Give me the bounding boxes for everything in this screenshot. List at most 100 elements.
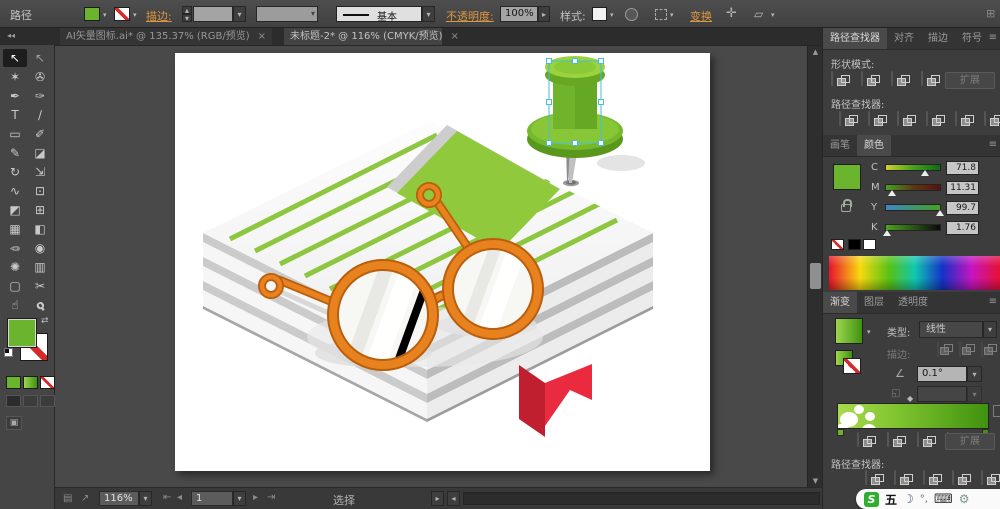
ime-settings-icon[interactable]: ⚙ [959,492,970,506]
stroke-across-button[interactable] [981,342,997,357]
zoom-tool[interactable]: ϙ [25,291,55,320]
panel-menu-icon[interactable]: ≡ [989,296,997,307]
pf-merge-button[interactable] [923,470,942,485]
bookmark-ribbon[interactable] [519,364,592,437]
artboard-nav-icon[interactable]: ▤ [63,493,72,504]
gradient-angle-caret[interactable]: ▾ [967,366,982,382]
gradient-slider-bar[interactable] [837,403,989,429]
direct-selection-tool[interactable]: ↖ [28,49,52,67]
pf-minus-back-button[interactable] [984,111,1000,126]
curvature-tool[interactable]: ✑ [28,87,52,105]
fill-indicator-swatch[interactable] [7,318,37,348]
tab-gradient[interactable]: 渐变 [823,292,857,313]
shape-intersect-button[interactable] [891,71,910,86]
opacity-dropdown[interactable]: ▸ [538,6,550,22]
artwork-canvas[interactable] [175,53,710,471]
shape-exclude-button[interactable] [921,71,940,86]
style-caret-icon[interactable]: ▾ [610,11,614,19]
magenta-slider[interactable] [885,184,941,196]
pen-tool[interactable]: ✒ [3,87,27,105]
draw-behind-button[interactable] [23,395,38,407]
punctuation-icon[interactable]: °, [920,494,928,505]
tab-layers[interactable]: 图层 [857,292,891,313]
stroke-weight-down[interactable]: ▾ [182,14,192,23]
style-swatch[interactable] [592,7,607,21]
select-similar-caret[interactable]: ▾ [670,11,674,19]
tab-brushes[interactable]: 画笔 [823,135,857,156]
artboard-number-field[interactable]: 1 [191,491,233,506]
vertical-scrollbar[interactable]: ▲ ▼ [807,46,822,488]
default-fill-stroke-icon[interactable] [4,348,13,357]
shape-unite-button[interactable] [857,432,876,447]
expand-button[interactable]: 扩展 [945,433,995,450]
gradient-stroke-proxy[interactable] [843,358,861,374]
tab-transparency[interactable]: 透明度 [891,292,935,313]
gradient-stop-left[interactable] [837,429,844,436]
line-segment-tool[interactable]: ∕ [28,106,52,124]
slider-thumb[interactable] [888,190,897,196]
pf-crop-button[interactable] [926,111,945,126]
gradient-caret-icon[interactable]: ▾ [867,328,871,336]
selection-tool[interactable]: ↖ [3,49,27,67]
artboard[interactable] [175,53,710,471]
vertical-scroll-thumb[interactable] [810,263,821,289]
black-slider[interactable] [882,224,941,236]
document-tab-1[interactable]: AI矢量图标.ai* @ 135.37% (RGB/预览) × [60,28,272,45]
stroke-within-button[interactable] [937,342,953,357]
yellow-value-field[interactable]: 99.7 [946,201,979,215]
pf-trim-button[interactable] [868,111,887,126]
pf-trim-button[interactable] [894,470,913,485]
document-tab-2-active[interactable]: 未标题-2* @ 116% (CMYK/预览) × [284,28,459,45]
stroke-weight-dropdown[interactable]: ▾ [233,6,246,22]
free-distort-icon[interactable]: ✛ [726,6,737,21]
lasso-tool[interactable]: ✇ [28,68,52,86]
gradient-tool[interactable]: ◧ [28,220,52,238]
color-mode-button[interactable] [6,376,21,389]
aspect-ratio-caret[interactable]: ▾ [967,386,982,402]
shape-minus-front-button[interactable] [887,432,906,447]
cyan-value-field[interactable]: 71.8 [946,161,979,175]
slider-thumb[interactable] [882,230,891,236]
opacity-link[interactable]: 不透明度: [446,8,494,24]
none-swatch[interactable] [831,239,844,250]
stroke-weight-field[interactable] [193,6,233,22]
symbol-sprayer-tool[interactable]: ✺ [3,258,27,276]
yellow-slider[interactable] [885,204,944,216]
close-tab-icon[interactable]: × [258,31,266,42]
hscroll-left-icon[interactable]: ◂ [447,491,460,506]
pencil-tool[interactable]: ✎ [3,144,27,162]
tab-color[interactable]: 颜色 [857,135,891,156]
gradient-angle-field[interactable]: 0.1° [917,366,967,382]
first-artboard-icon[interactable]: ⇤ [163,492,171,503]
draw-normal-button[interactable] [6,395,21,407]
column-graph-tool[interactable]: ▥ [28,258,52,276]
slider-thumb[interactable] [920,170,929,176]
width-tool[interactable]: ∿ [3,182,27,200]
last-artboard-icon[interactable]: ⇥ [267,492,275,503]
perspective-grid-tool[interactable]: ⊞ [28,201,52,219]
gradient-midpoint-icon[interactable]: ◆ [907,394,913,403]
ime-toolbar[interactable]: S 五 ☽ °, ⌨ ⚙ [856,489,1000,509]
shape-unite-button[interactable] [831,71,850,86]
control-panel-menu-icon[interactable]: ⊞ [986,7,995,20]
canvas-area[interactable]: ▲ ▼ ▤ ↗ 116% ▾ ⇤ ◂ 1 ▾ ▸ ⇥ 选择 ▸ ◂ [55,45,822,509]
brush-definition-dropdown[interactable]: 基本 [336,6,422,23]
black-value-field[interactable]: 1.76 [946,221,979,235]
shape-intersect-button[interactable] [917,432,936,447]
arrange-docs-icon[interactable]: ↗ [81,493,89,504]
keyboard-icon[interactable]: ⌨ [934,492,953,507]
eyedropper-tool[interactable]: ✏ [3,239,27,257]
eraser-tool[interactable]: ◪ [28,144,52,162]
next-artboard-icon[interactable]: ▸ [253,492,258,503]
slider-thumb[interactable] [935,210,944,216]
pf-divide-button[interactable] [839,111,858,126]
ime-mode-wubi[interactable]: 五 [885,491,897,508]
scroll-up-icon[interactable]: ▲ [808,46,823,59]
pf-outline-button[interactable] [981,470,1000,485]
moon-icon[interactable]: ☽ [903,492,914,506]
free-transform-tool[interactable]: ⊡ [28,182,52,200]
close-tab-icon[interactable]: × [451,31,459,42]
stroke-link[interactable]: 描边: [146,8,172,24]
draw-inside-button[interactable] [40,395,55,407]
stroke-weight-up[interactable]: ▴ [182,6,192,15]
